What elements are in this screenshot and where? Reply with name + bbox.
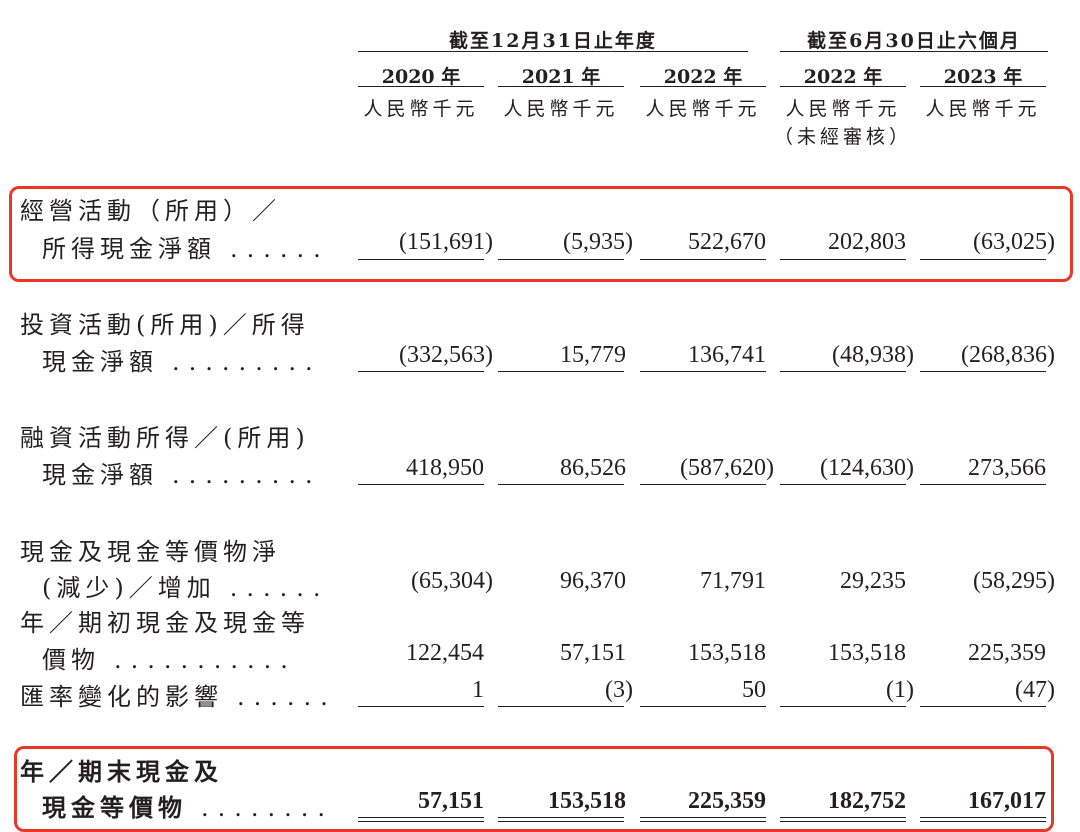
value-cell: 29,235 <box>840 568 906 594</box>
header-group-interim: 截至6月30日止六個月 <box>807 30 1021 52</box>
header-year-2020: 2020 年 <box>381 66 461 88</box>
subtotal-rule <box>640 371 766 372</box>
value-cell: (1) <box>886 677 914 703</box>
value-cell: 57,151 <box>560 640 626 666</box>
header-unaudited-note: （未經審核） <box>774 126 913 148</box>
value-cell: 522,670 <box>688 229 766 255</box>
value-cell-total: 167,017 <box>968 788 1046 814</box>
row-label-line1: 年／期末現金及 <box>20 757 223 786</box>
header-group-annual: 截至12月31日止年度 <box>449 30 657 52</box>
row-label-line2: 現金淨額......... <box>42 461 322 489</box>
total-double-rule <box>358 817 484 822</box>
value-cell: (332,563) <box>399 342 493 368</box>
header-year-2023-interim: 2023 年 <box>943 66 1023 88</box>
subtotal-rule <box>640 259 766 260</box>
row-label-line1: 經營活動（所用）／ <box>20 197 281 225</box>
value-cell: 136,741 <box>688 342 766 368</box>
subtotal-rule <box>358 484 484 485</box>
subtotal-rule <box>358 259 484 260</box>
value-cell: (63,025) <box>973 229 1055 255</box>
subtotal-rule <box>780 706 906 707</box>
header-year-rule <box>780 86 906 87</box>
value-cell: 122,454 <box>406 640 484 666</box>
value-cell: 273,566 <box>968 455 1046 481</box>
value-cell: (5,935) <box>563 229 633 255</box>
value-cell: (48,938) <box>832 342 914 368</box>
subtotal-rule <box>498 484 624 485</box>
subtotal-rule <box>780 371 906 372</box>
row-label-line2: 現金等價物........ <box>42 793 335 822</box>
subtotal-rule <box>920 259 1046 260</box>
subtotal-rule <box>780 259 906 260</box>
row-label-line2: 所得現金淨額...... <box>42 235 330 263</box>
subtotal-rule <box>920 371 1046 372</box>
subtotal-rule <box>920 484 1046 485</box>
subtotal-rule <box>640 484 766 485</box>
total-double-rule <box>920 817 1046 822</box>
value-cell: (47) <box>1015 677 1055 703</box>
header-year-2022: 2022 年 <box>663 66 743 88</box>
value-cell-total: 225,359 <box>688 788 766 814</box>
header-unit: 人民幣千元 <box>925 98 1041 120</box>
subtotal-rule <box>640 706 766 707</box>
subtotal-rule <box>498 259 624 260</box>
value-cell: (58,295) <box>973 568 1055 594</box>
header-year-2021: 2021 年 <box>521 66 601 88</box>
value-cell: 50 <box>742 677 766 703</box>
value-cell: (151,691) <box>399 229 493 255</box>
subtotal-rule <box>920 706 1046 707</box>
header-year-rule <box>358 86 484 87</box>
total-double-rule <box>780 817 906 822</box>
header-year-rule <box>920 86 1046 87</box>
header-year-rule <box>498 86 624 87</box>
value-cell-total: 57,151 <box>418 788 484 814</box>
total-double-rule <box>640 817 766 822</box>
header-year-2022-interim: 2022 年 <box>803 66 883 88</box>
value-cell: 418,950 <box>406 455 484 481</box>
header-unit: 人民幣千元 <box>785 98 901 120</box>
subtotal-rule <box>780 484 906 485</box>
row-label-line1: 匯率變化的影響...... <box>20 683 337 711</box>
value-cell: 86,526 <box>560 455 626 481</box>
value-cell: 153,518 <box>688 640 766 666</box>
value-cell-total: 182,752 <box>828 788 906 814</box>
row-label-line2: 價物........... <box>42 646 297 674</box>
total-double-rule <box>498 817 624 822</box>
row-label-line1: 投資活動(所用)／所得 <box>20 311 310 339</box>
subtotal-rule <box>358 371 484 372</box>
value-cell: 1 <box>472 677 484 703</box>
subtotal-rule <box>358 706 484 707</box>
value-cell: 71,791 <box>700 568 766 594</box>
value-cell: (124,630) <box>820 455 914 481</box>
value-cell: 202,803 <box>828 229 906 255</box>
subtotal-rule <box>498 706 624 707</box>
row-label-line1: 現金及現金等價物淨 <box>20 538 281 566</box>
header-year-rule <box>640 86 766 87</box>
value-cell: (587,620) <box>680 455 774 481</box>
header-unit: 人民幣千元 <box>363 98 479 120</box>
value-cell: 225,359 <box>968 640 1046 666</box>
header-group-interim-rule <box>780 51 1048 52</box>
value-cell: 96,370 <box>560 568 626 594</box>
subtotal-rule <box>498 371 624 372</box>
value-cell: (3) <box>605 677 633 703</box>
value-cell: 153,518 <box>828 640 906 666</box>
row-label-line1: 融資活動所得／(所用) <box>20 424 310 452</box>
row-label-line2: 現金淨額......... <box>42 348 322 376</box>
row-label-line2: (減少)／增加...... <box>42 574 330 602</box>
header-group-annual-rule <box>358 51 748 52</box>
value-cell: (268,836) <box>961 342 1055 368</box>
header-unit: 人民幣千元 <box>503 98 619 120</box>
header-unit: 人民幣千元 <box>645 98 761 120</box>
value-cell: 15,779 <box>560 342 626 368</box>
row-label-line1: 年／期初現金及現金等 <box>20 609 310 637</box>
value-cell: (65,304) <box>411 568 493 594</box>
value-cell-total: 153,518 <box>548 788 626 814</box>
